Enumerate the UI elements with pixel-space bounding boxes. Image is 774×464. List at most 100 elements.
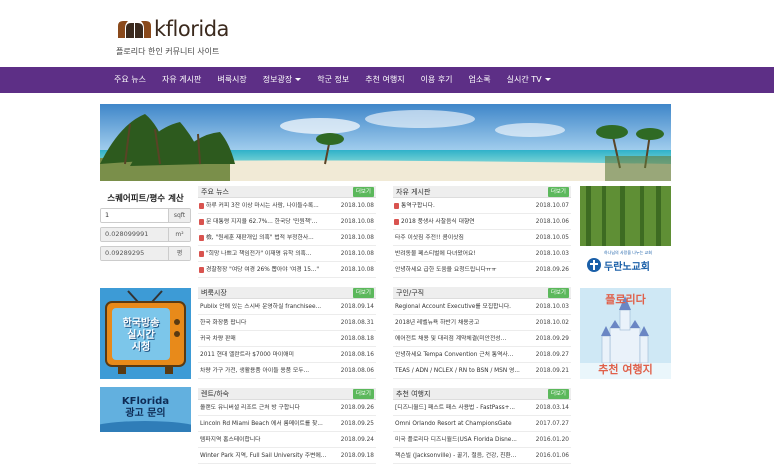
post-title[interactable]: 에어전트 채용 및 대리점 계약체결(미안전성...	[395, 331, 533, 347]
board-row[interactable]: 2018년 레벨뉴욕 하반기 채용공고 2018.10.02	[393, 315, 571, 331]
board-row[interactable]: 경찰청장 "여당 여경 26% 뽑아야 '여경 15..." 2018.10.08	[198, 262, 376, 278]
post-title[interactable]: 미국 플로리다 디즈니월드(USA Florida Disne...	[395, 432, 533, 448]
post-title[interactable]: 차량 가구 가전, 생활용품 아이들 용품 모두...	[200, 363, 338, 379]
post-title[interactable]: Winter Park 지역, Full Sail University 주변에…	[200, 448, 338, 464]
post-title[interactable]: 안녕하세요 Tempa Convention 근처 통역사...	[395, 347, 533, 363]
board-row[interactable]: 차량 가구 가전, 생활용품 아이들 용품 모두... 2018.08.06	[198, 363, 376, 379]
post-title[interactable]: 귀국 차량 판매	[200, 331, 338, 347]
nav-item-school[interactable]: 학군 정보	[309, 67, 357, 93]
post-date: 2018.08.16	[340, 352, 374, 358]
more-button[interactable]: 더보기	[352, 288, 374, 298]
post-title[interactable]: 안녕하세요 급한 도움을 요청드립니다ㅠㅠ	[395, 262, 533, 278]
board-row[interactable]: [디즈니월드] 패스트 패스 사용법 - FastPass+... 2018.03…	[393, 400, 571, 416]
m2-output-row: 0.028099991 m²	[100, 227, 191, 242]
post-title[interactable]: Publix 안에 있는 스시바 운영하실 franchisee...	[200, 299, 338, 315]
nav-item-flea-market[interactable]: 벼룩시장	[209, 67, 254, 93]
post-title[interactable]: Regional Account Executive를 모집합니다.	[395, 299, 533, 315]
nav-item-info[interactable]: 정보광장	[255, 67, 309, 93]
post-title[interactable]: 올랜도 유니버셜 리조트 근처 방 구합니다	[200, 400, 338, 416]
korean-tv-ad[interactable]: 한국방송 실시간 시청	[100, 288, 191, 379]
more-button[interactable]: 더보기	[547, 187, 569, 197]
sqft-input-row[interactable]: 1 sqft	[100, 208, 191, 223]
board-title[interactable]: 벼룩시장	[201, 287, 227, 299]
board-row[interactable]: 한국 화장품 팝니다 2018.08.31	[198, 315, 376, 331]
beach-banner	[100, 104, 671, 181]
tour-ad-line2: 추천 여행지	[598, 363, 653, 376]
post-title[interactable]: 통역구합니다.	[401, 198, 533, 214]
site-logo[interactable]: kflorida	[116, 16, 229, 42]
board-row[interactable]: 귀국 차량 판매 2018.08.18	[198, 331, 376, 347]
new-badge-icon	[199, 267, 204, 273]
board-row[interactable]: 미국 플로리다 디즈니월드(USA Florida Disne... 2016.0…	[393, 432, 571, 448]
post-title[interactable]: Lincoln Rd Miami Beach 에서 룸메이트를 찾...	[200, 416, 338, 432]
board-row[interactable]: Publix 안에 있는 스시바 운영하실 franchisee... 2018.…	[198, 299, 376, 315]
post-title[interactable]: 하루 커피 3잔 이상 마시는 사람, 나이들수록...	[206, 198, 338, 214]
church-ad-name: 두란노교회	[604, 262, 650, 273]
jobs-board: 구인/구직 더보기 Regional Account Executive를 모집…	[393, 287, 571, 379]
post-title[interactable]: "희망 나쁘고 책임전가" 이재명 유학 의혹...	[206, 246, 338, 262]
post-title[interactable]: 반려동물 페스티벌에 다녀왔어요!	[395, 246, 533, 262]
board-row[interactable]: Regional Account Executive를 모집합니다. 2018.1…	[393, 299, 571, 315]
board-row[interactable]: TEAS / ADN / NCLEX / RN to BSN / MSN 영..…	[393, 363, 571, 379]
board-row[interactable]: 2011 현대 엘란트라 $7000 마이애미 2018.08.16	[198, 347, 376, 363]
kflorida-ad-inquiry[interactable]: KFlorida 광고 문의	[100, 387, 191, 432]
board-row[interactable]: 하루 커피 3잔 이상 마시는 사람, 나이들수록... 2018.10.08	[198, 198, 376, 214]
board-title[interactable]: 구인/구직	[396, 287, 424, 299]
board-row[interactable]: Lincoln Rd Miami Beach 에서 룸메이트를 찾... 2018…	[198, 416, 376, 432]
board-row[interactable]: 檢, "원세훈 재판개입 의혹" 법적 부정한사... 2018.10.08	[198, 230, 376, 246]
post-date: 2018.10.08	[340, 251, 374, 257]
nav-label: 정보광장	[262, 75, 293, 84]
board-row[interactable]: 2018 풍생사 사찰음식 대향연 2018.10.06	[393, 214, 571, 230]
post-title[interactable]: [디즈니월드] 패스트 패스 사용법 - FastPass+...	[395, 400, 533, 416]
board-title[interactable]: 주요 뉴스	[201, 186, 229, 198]
board-row[interactable]: "희망 나쁘고 책임전가" 이재명 유학 의혹... 2018.10.08	[198, 246, 376, 262]
more-button[interactable]: 더보기	[352, 187, 374, 197]
board-row[interactable]: 반려동물 페스티벌에 다녀왔어요! 2018.10.03	[393, 246, 571, 262]
logo-mark-icon	[118, 21, 151, 38]
post-title[interactable]: Omni Orlando Resort at ChampionsGate	[395, 416, 533, 432]
more-button[interactable]: 더보기	[547, 389, 569, 399]
board-row[interactable]: Omni Orlando Resort at ChampionsGate 2017…	[393, 416, 571, 432]
post-title[interactable]: 경찰청장 "여당 여경 26% 뽑아야 '여경 15..."	[206, 262, 338, 278]
board-row[interactable]: Winter Park 지역, Full Sail University 주변에…	[198, 448, 376, 464]
board-row[interactable]: 타주 이삿짐 주전!! 콤이삿짐 2018.10.05	[393, 230, 571, 246]
board-row[interactable]: 안녕하세요 급한 도움을 요청드립니다ㅠㅠ 2018.09.26	[393, 262, 571, 278]
board-title[interactable]: 자유 게시판	[396, 186, 430, 198]
post-title[interactable]: 2018년 레벨뉴욕 하반기 채용공고	[395, 315, 533, 331]
sqft-input[interactable]: 1	[101, 209, 168, 222]
post-title[interactable]: 타주 이삿짐 주전!! 콤이삿짐	[395, 230, 533, 246]
more-button[interactable]: 더보기	[547, 288, 569, 298]
durano-church-ad[interactable]: 하나님의 사랑을 나누는 교회 두란노교회	[580, 186, 671, 279]
board-row[interactable]: 잭슨빌 (Jacksonville) - 꿀기, 절음, 건강, 친환... 20…	[393, 448, 571, 464]
nav-item-live-tv[interactable]: 실시간 TV	[499, 67, 559, 93]
nav-item-reviews[interactable]: 이용 후기	[413, 67, 461, 93]
post-title[interactable]: 템파지역 홈스테이합니다	[200, 432, 338, 448]
board-row[interactable]: 템파지역 홈스테이합니다 2018.09.24	[198, 432, 376, 448]
recommended-travel-ad[interactable]: 플로리다 추천 여행지	[580, 288, 671, 379]
board-row[interactable]: 문 대통령 지지율 62.7%... 한국당 '민원책'... 2018.10.0…	[198, 214, 376, 230]
post-title[interactable]: 2018 풍생사 사찰음식 대향연	[401, 214, 533, 230]
post-title[interactable]: 檢, "원세훈 재판개입 의혹" 법적 부정한사...	[206, 230, 338, 246]
board-row[interactable]: 안녕하세요 Tempa Convention 근처 통역사... 2018.09.…	[393, 347, 571, 363]
board-row[interactable]: 올랜도 유니버셜 리조트 근처 방 구합니다 2018.09.26	[198, 400, 376, 416]
post-date: 2016.01.20	[535, 437, 569, 443]
post-title[interactable]: 문 대통령 지지율 62.7%... 한국당 '민원책'...	[206, 214, 338, 230]
nav-label: 이용 후기	[420, 75, 453, 84]
board-title[interactable]: 추천 여행지	[396, 388, 430, 400]
post-title[interactable]: TEAS / ADN / NCLEX / RN to BSN / MSN 영..…	[395, 363, 533, 379]
post-date: 2018.09.18	[340, 453, 374, 459]
post-title[interactable]: 한국 화장품 팝니다	[200, 315, 338, 331]
nav-item-directory[interactable]: 업소록	[461, 67, 499, 93]
nav-item-news[interactable]: 주요 뉴스	[106, 67, 154, 93]
nav-item-travel[interactable]: 추천 여행지	[357, 67, 412, 93]
board-row[interactable]: 통역구합니다. 2018.10.07	[393, 198, 571, 214]
nav-item-free-board[interactable]: 자유 게시판	[154, 67, 209, 93]
kflorida-ad-text: KFlorida 광고 문의	[100, 396, 191, 420]
post-date: 2018.10.03	[535, 251, 569, 257]
board-title[interactable]: 렌트/하숙	[201, 388, 229, 400]
board-row[interactable]: 에어전트 채용 및 대리점 계약체결(미안전성... 2018.09.29	[393, 331, 571, 347]
beach-banner-image	[100, 104, 671, 181]
post-title[interactable]: 잭슨빌 (Jacksonville) - 꿀기, 절음, 건강, 친환...	[395, 448, 533, 464]
more-button[interactable]: 더보기	[352, 389, 374, 399]
post-title[interactable]: 2011 현대 엘란트라 $7000 마이애미	[200, 347, 338, 363]
